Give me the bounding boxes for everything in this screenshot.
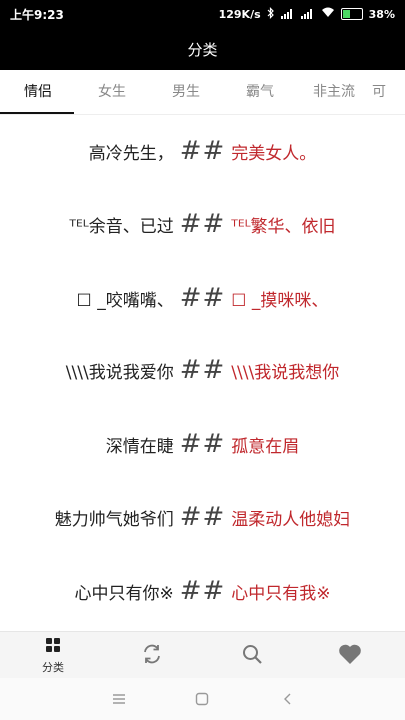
nav-category[interactable]: 分类: [23, 632, 83, 679]
nav-category-label: 分类: [42, 660, 64, 674]
pair-right: 孤意在眉: [231, 436, 300, 457]
status-icons: 129K/s 38%: [218, 6, 395, 22]
wifi-icon: [321, 7, 335, 21]
pair-right: ᵀᴱᴸ繁华、依旧: [231, 216, 336, 237]
list-item[interactable]: 魅力帅气她爷们 ## 温柔动人他媳妇: [0, 497, 405, 537]
signal-icon-1: [280, 9, 295, 19]
pair-right: 温柔动人他媳妇: [231, 509, 351, 530]
menu-icon[interactable]: [99, 678, 139, 720]
pair-right: 心中只有我※: [231, 583, 331, 604]
tab-nonmainstream[interactable]: 非主流: [304, 70, 364, 114]
signal-icon-2: [300, 9, 315, 19]
list-item[interactable]: ᵀᴱᴸ余音、已过 ## ᵀᴱᴸ繁华、依旧: [0, 204, 405, 244]
tab-boys[interactable]: 男生: [156, 70, 216, 114]
pair-separator: ##: [179, 355, 226, 385]
pair-left: ᵀᴱᴸ余音、已过: [69, 216, 174, 237]
tab-domineering[interactable]: 霸气: [230, 70, 290, 114]
search-icon: [241, 643, 263, 669]
system-nav-bar: [0, 678, 405, 720]
nav-search[interactable]: [222, 632, 282, 679]
refresh-icon: [141, 643, 163, 669]
nav-refresh[interactable]: [122, 632, 182, 679]
network-speed: 129K/s: [218, 7, 261, 21]
page-title: 分类: [187, 40, 218, 59]
list-item[interactable]: 心中只有你※ ## 心中只有我※: [0, 571, 405, 611]
tab-couple[interactable]: 情侣: [8, 70, 68, 114]
back-icon[interactable]: [268, 678, 308, 720]
pair-left: ☐ _咬嘴嘴、: [76, 290, 174, 311]
header: 分类: [0, 28, 405, 70]
heart-icon: [338, 643, 362, 669]
status-time: 上午9:23: [10, 7, 64, 22]
grid-icon: [45, 637, 61, 657]
pair-separator: ##: [179, 136, 226, 166]
bottom-nav: 分类: [0, 631, 405, 679]
bluetooth-icon: [267, 6, 275, 22]
category-tabs: 情侣 女生 男生 霸气 非主流 可: [0, 70, 405, 115]
list-item[interactable]: \\\\我说我爱你 ## \\\\我说我想你: [0, 350, 405, 390]
pair-separator: ##: [179, 209, 226, 239]
status-bar: 上午9:23 129K/s 38%: [0, 0, 405, 28]
pair-left: 高冷先生，: [88, 143, 174, 164]
list-item[interactable]: ☐ _咬嘴嘴、 ## ☐ _摸咪咪、: [0, 278, 405, 318]
pair-separator: ##: [179, 502, 226, 532]
list-item[interactable]: 高冷先生， ## 完美女人。: [0, 131, 405, 171]
pair-separator: ##: [179, 576, 226, 606]
battery-icon: [340, 8, 363, 20]
pair-left: 魅力帅气她爷们: [54, 509, 174, 530]
pair-left: \\\\我说我爱你: [65, 362, 174, 383]
pair-left: 深情在睫: [105, 436, 174, 457]
battery-percent: 38%: [368, 7, 395, 21]
pair-right: \\\\我说我想你: [231, 362, 340, 383]
home-icon[interactable]: [182, 678, 222, 720]
pair-right: 完美女人。: [231, 143, 317, 164]
pair-right: ☐ _摸咪咪、: [231, 290, 329, 311]
nav-favorites[interactable]: [320, 632, 380, 679]
pair-left: 心中只有你※: [74, 583, 174, 604]
active-tab-indicator: [0, 112, 74, 114]
list-item[interactable]: 深情在睫 ## 孤意在眉: [0, 424, 405, 464]
pair-separator: ##: [179, 283, 226, 313]
tab-more[interactable]: 可: [372, 70, 405, 114]
pair-separator: ##: [179, 429, 226, 459]
tab-girls[interactable]: 女生: [82, 70, 142, 114]
